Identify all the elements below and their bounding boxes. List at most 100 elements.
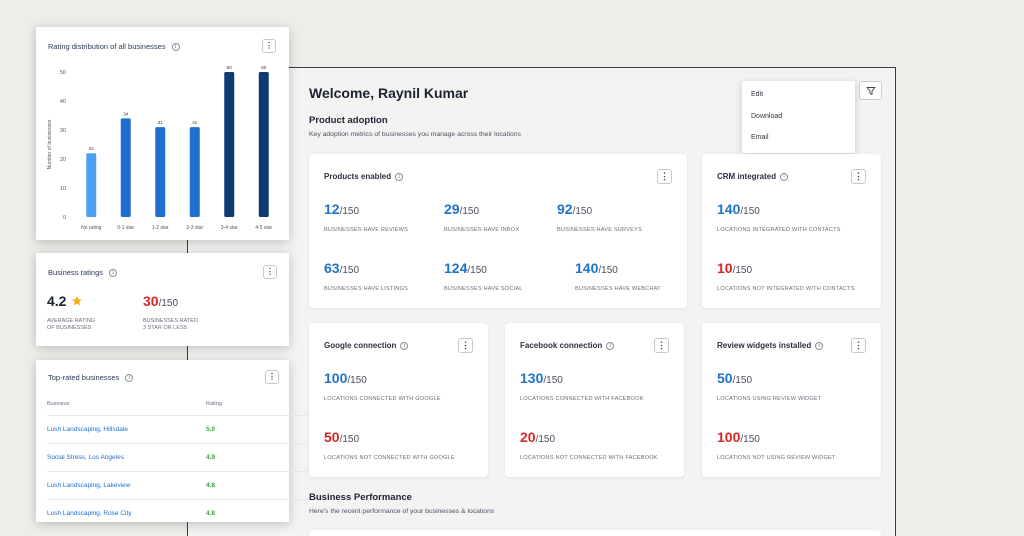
metric-denominator: /150 [732, 265, 753, 276]
metric: 124/150 BUSINESSES HAVE SOCIAL [444, 260, 523, 292]
metric: 140/150 LOCATIONS INTEGRATED WITH CONTACT… [717, 201, 841, 233]
rating-value: 4.9 [206, 454, 216, 461]
metric-label: LOCATIONS USING REVIEW WIDGET [717, 396, 822, 402]
metric-label: LOCATIONS NOT CONNECTED WITH GOOGLE [324, 455, 455, 461]
facebook-connection-card: Facebook connection i ⋮ 130/150 LOCATIONS … [505, 323, 684, 477]
metric-value: 130 [520, 370, 544, 386]
metric: 100/150 LOCATIONS CONNECTED WITH GOOGLE [324, 370, 441, 402]
data-label: 31 [192, 120, 198, 125]
card-title: Review widgets installed i [717, 341, 824, 350]
menu-item-edit[interactable]: Edit [751, 91, 763, 98]
metric-label: BUSINESSES HAVE INBOX [444, 227, 520, 233]
metric-label: BUSINESSES HAVE LISTINGS [324, 286, 408, 292]
metric-value: 50 [717, 370, 733, 386]
low-rated-denominator: /150 [158, 298, 179, 309]
data-label: 31 [158, 120, 164, 125]
metric: 140/150 BUSINESSES HAVE WEBCHAT [575, 260, 661, 292]
metric-label: LOCATIONS INTEGRATED WITH CONTACTS [717, 227, 841, 233]
business-performance-title: Business Performance [309, 492, 412, 503]
low-rated-value: 30 [143, 293, 159, 309]
more-options-button[interactable]: ⋮ [265, 370, 279, 384]
metric-denominator: /150 [572, 206, 593, 217]
label-line: OF BUSINESSES [47, 325, 92, 331]
label-line: BUSINESSES RATED [143, 318, 198, 324]
x-tick-label: 0-1 star [117, 225, 134, 231]
business-performance-subtitle: Here's the recent performance of your bu… [309, 508, 495, 515]
metric-denominator: /150 [467, 265, 487, 276]
metric: 50/150 LOCATIONS NOT CONNECTED WITH GOOGL… [324, 429, 455, 461]
metric: 20/150 LOCATIONS NOT CONNECTED WITH FACEB… [520, 429, 658, 461]
bar [155, 127, 166, 217]
rating-value: 4.8 [206, 510, 216, 517]
metric: 50/150 LOCATIONS USING REVIEW WIDGET [717, 370, 822, 402]
column-header-business[interactable]: Business [47, 401, 69, 407]
panel-title: Top-rated businesses i [48, 373, 134, 382]
card-title: CRM integrated i [717, 172, 789, 181]
metric-label: BUSINESSES HAVE REVIEWS [324, 227, 409, 233]
metric-label: LOCATIONS NOT CONNECTED WITH FACEBOOK [520, 455, 658, 461]
business-link[interactable]: Lush Landscaping, Lakeview [47, 482, 130, 489]
filter-button[interactable] [859, 81, 882, 100]
rating-value: 5.0 [206, 426, 216, 433]
panel-title-text: Top-rated businesses [48, 373, 120, 382]
more-options-button[interactable]: ⋮ [657, 169, 672, 184]
metric-value: 12 [324, 201, 340, 217]
y-axis-title: Number of businesses [47, 119, 53, 169]
bar [258, 72, 269, 217]
crm-integrated-card: CRM integrated i ⋮ 140/150 LOCATIONS INTEG… [702, 154, 881, 308]
metric: 92/150 BUSINESSES HAVE SURVEYS [557, 201, 642, 233]
metric-denominator: /150 [339, 206, 360, 217]
more-options-button[interactable]: ⋮ [458, 338, 473, 353]
bar [86, 153, 97, 217]
metric-value: 124 [444, 260, 468, 276]
more-options-button[interactable]: ⋮ [654, 338, 669, 353]
metric: 63/150 BUSINESSES HAVE LISTINGS [324, 260, 408, 292]
metric-value: 10 [717, 260, 733, 276]
info-icon[interactable]: i [606, 341, 615, 350]
performance-card [309, 530, 881, 536]
average-rating-label: AVERAGE RATING OF BUSINESSES [47, 318, 95, 332]
metric-label: BUSINESSES HAVE SOCIAL [444, 286, 523, 292]
info-icon[interactable]: i [400, 341, 409, 350]
business-link[interactable]: Lush Landscaping, Hillsdale [47, 426, 128, 433]
metric: 29/150 BUSINESSES HAVE INBOX [444, 201, 519, 233]
label-line: 3 STAR OR LESS [143, 325, 188, 331]
card-title: Google connection i [324, 341, 409, 350]
info-icon[interactable]: i [780, 172, 789, 181]
metric-label: LOCATIONS CONNECTED WITH FACEBOOK [520, 396, 644, 402]
card-title-text: Products enabled [324, 172, 392, 181]
y-tick-label: 20 [60, 157, 66, 163]
more-options-button[interactable]: ⋮ [851, 169, 866, 184]
more-options-button[interactable]: ⋮ [263, 265, 277, 279]
metric-value: 20 [520, 429, 536, 445]
product-adoption-subtitle: Key adoption metrics of businesses you m… [309, 131, 521, 138]
business-link[interactable]: Lush Landscaping, Rose City [47, 510, 132, 517]
info-icon[interactable]: i [815, 341, 824, 350]
card-title-text: Review widgets installed [717, 341, 812, 350]
metric-denominator: /150 [339, 434, 360, 445]
business-link[interactable]: Social Stress, Los Angeles [47, 454, 124, 461]
card-title: Products enabled i [324, 172, 404, 181]
data-label: 50 [227, 65, 233, 70]
column-header-rating[interactable]: Rating [206, 401, 222, 407]
more-options-button[interactable]: ⋮ [851, 338, 866, 353]
x-tick-label: 2-3 star [186, 225, 203, 231]
bar [224, 72, 235, 217]
metric-denominator: /150 [535, 434, 556, 445]
panel-title-text: Business ratings [48, 268, 104, 277]
info-icon[interactable]: i [395, 172, 404, 181]
metric: 100/150 LOCATIONS NOT USING REVIEW WIDGET [717, 429, 836, 461]
menu-item-email[interactable]: Email [751, 134, 769, 141]
low-rated-label: BUSINESSES RATED 3 STAR OR LESS [143, 318, 198, 332]
metric-value: 29 [444, 201, 460, 217]
info-icon[interactable]: i [125, 373, 134, 382]
google-connection-card: Google connection i ⋮ 100/150 LOCATIONS CO… [309, 323, 488, 477]
rating-distribution-chart: Number of businesses 0 10 20 30 40 50 22 No rati… [47, 65, 273, 231]
metric-value: 50 [324, 429, 340, 445]
info-icon[interactable]: i [109, 268, 118, 277]
metric-value: 140 [717, 201, 741, 217]
menu-item-download[interactable]: Download [751, 113, 782, 120]
metric-value: 63 [324, 260, 340, 276]
data-label: 34 [123, 111, 129, 116]
metric-label: LOCATIONS NOT INTEGRATED WITH CONTACTS [717, 286, 855, 292]
